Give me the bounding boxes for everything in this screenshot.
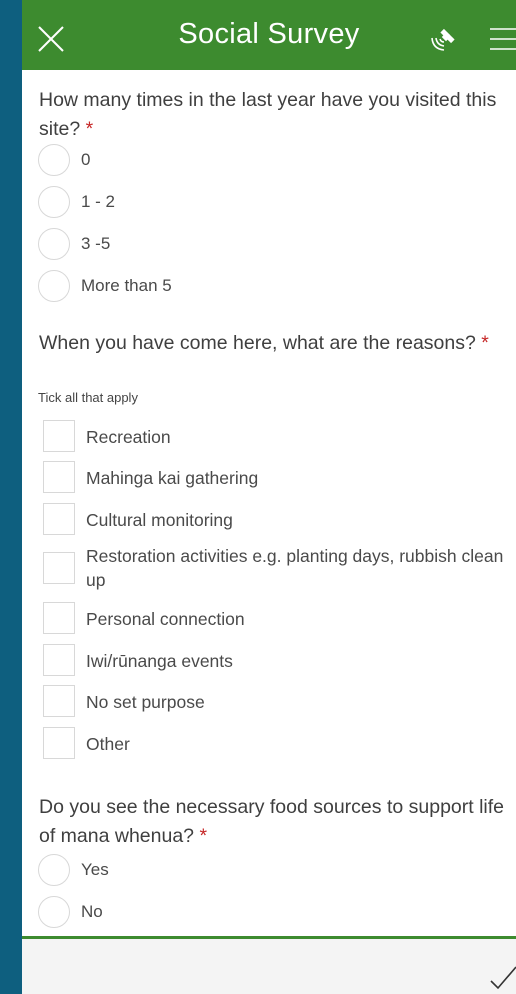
option-label: Other	[86, 734, 130, 754]
option-label: Mahinga kai gathering	[86, 468, 259, 488]
menu-icon	[490, 28, 516, 50]
question-food-sources: Do you see the necessary food sources to…	[39, 793, 516, 851]
option-label: Recreation	[86, 427, 171, 447]
radio-button[interactable]	[38, 854, 70, 886]
radio-button[interactable]	[38, 228, 70, 260]
option-label: 3 -5	[81, 234, 111, 253]
radio-button[interactable]	[38, 186, 70, 218]
checkbox[interactable]	[43, 552, 75, 584]
question-reasons: When you have come here, what are the re…	[39, 329, 516, 358]
app-header: Social Survey	[22, 0, 516, 70]
radio-button[interactable]	[38, 144, 70, 176]
option-label: Cultural monitoring	[86, 510, 233, 530]
option-label: More than 5	[81, 276, 172, 295]
required-marker: *	[481, 332, 489, 354]
option-label: Personal connection	[86, 609, 245, 629]
question-text: When you have come here, what are the re…	[39, 332, 476, 354]
checkbox[interactable]	[43, 602, 75, 634]
gps-button[interactable]	[426, 22, 460, 56]
option-label: 1 - 2	[81, 192, 116, 211]
submit-button[interactable]	[488, 961, 516, 991]
checkbox[interactable]	[43, 685, 75, 717]
option-label: Yes	[81, 860, 109, 879]
required-marker: *	[199, 825, 208, 847]
option-label: Restoration activities e.g. planting day…	[86, 546, 504, 590]
question-text: How many times in the last year have you…	[39, 89, 497, 140]
option-label: No set purpose	[86, 692, 205, 712]
menu-button[interactable]	[488, 26, 516, 52]
checkbox[interactable]	[43, 503, 75, 535]
gps-satellite-icon	[431, 28, 455, 51]
form-footer	[22, 936, 516, 994]
radio-button[interactable]	[38, 270, 70, 302]
checkbox[interactable]	[43, 461, 75, 493]
survey-form: How many times in the last year have you…	[22, 70, 516, 936]
option-label: No	[81, 902, 103, 921]
checkmark-icon	[490, 966, 516, 990]
survey-app: Social Survey How many times in the last…	[22, 0, 516, 994]
question-text: Do you see the necessary food sources to…	[39, 796, 505, 847]
radio-button[interactable]	[38, 896, 70, 928]
checkbox[interactable]	[43, 727, 75, 759]
option-label: 0	[81, 150, 91, 169]
checkbox[interactable]	[43, 644, 75, 676]
required-marker: *	[85, 118, 94, 140]
checkbox[interactable]	[43, 420, 75, 452]
question-visits: How many times in the last year have you…	[39, 86, 516, 144]
option-label: Iwi/rūnanga events	[86, 651, 233, 671]
question-hint: Tick all that apply	[38, 390, 138, 405]
